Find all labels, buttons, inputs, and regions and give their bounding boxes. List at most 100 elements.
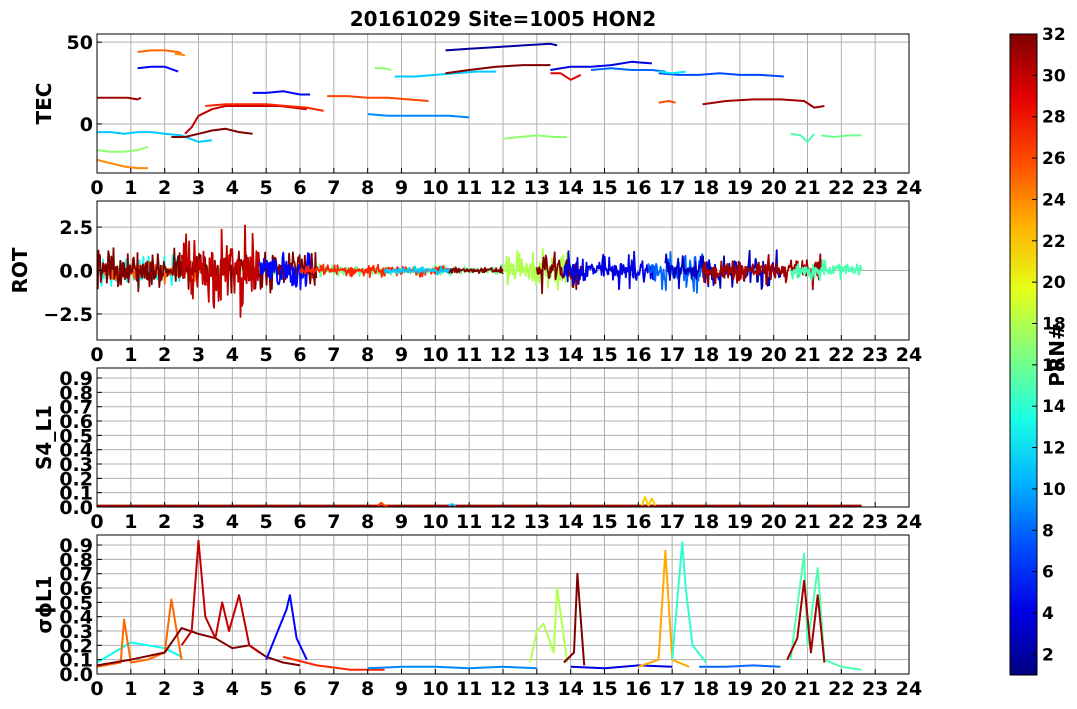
series-group [97, 496, 862, 507]
x-tick-label: 12 [490, 344, 516, 366]
x-tick-label: 6 [293, 177, 306, 199]
colorbar-tick-label: 10 [1042, 480, 1066, 500]
colorbar-tick-label: 6 [1042, 563, 1054, 583]
colorbar-tick-label: 8 [1042, 521, 1054, 541]
colorbar-tick-label: 28 [1042, 108, 1066, 128]
series-line-prn-7 [658, 72, 784, 78]
x-tick-label: 10 [422, 678, 448, 700]
panel--l1: 0 1 2 3 4 5 6 7 8 9 10 11 12 13 14 15 16 17 18 19 20 21 22 23 24… [32, 534, 922, 700]
series-line-prn-30 [180, 224, 261, 318]
figure: 20161029 Site=1005 HON2 0 1 2 3 4 5 6 7 8 9 10 11 12… [8, 7, 1069, 700]
series-line-prn-22 [640, 496, 657, 507]
series-line-prn-17 [374, 67, 392, 71]
colorbar-label: PRN# [1045, 323, 1069, 387]
x-tick-label: 5 [260, 678, 273, 700]
series-line-prn-5 [137, 65, 179, 73]
x-tick-label: 2 [158, 177, 171, 199]
series-line-prn-32 [445, 64, 551, 75]
colorbar-tick-label: 30 [1042, 66, 1066, 86]
x-tick-label: 10 [422, 511, 448, 533]
series-line-prn-18 [529, 587, 569, 663]
x-tick-label: 8 [361, 511, 374, 533]
series-line-prn-9 [367, 113, 470, 119]
x-tick-label: 8 [361, 678, 374, 700]
series-line-prn-4 [570, 664, 673, 670]
x-tick-label: 2 [158, 678, 171, 700]
x-tick-label: 15 [591, 678, 617, 700]
x-tick-label: 14 [557, 678, 583, 700]
x-tick-label: 23 [862, 177, 888, 199]
series-line-prn-8 [699, 664, 781, 668]
series-line-prn-26 [327, 95, 429, 102]
x-tick-label: 18 [693, 678, 719, 700]
x-tick-label: 9 [395, 678, 408, 700]
x-tick-label: 1 [124, 344, 137, 366]
x-tick-label: 22 [828, 177, 854, 199]
x-tick-label: 12 [490, 177, 516, 199]
x-tick-label: 16 [625, 177, 651, 199]
panel-s4-l1: 0 1 2 3 4 5 6 7 8 9 10 11 12 13 14 15 16 17 18 19 20 21 22 23 24… [32, 367, 922, 533]
x-tick-label: 13 [524, 678, 550, 700]
series-line-prn-11 [97, 131, 213, 143]
series-line-prn-9 [367, 665, 537, 670]
x-tick-label: 18 [693, 511, 719, 533]
y-axis-label: S4_L1 [32, 405, 56, 470]
x-tick-label: 24 [896, 511, 922, 533]
y-tick-label: 0 [80, 114, 93, 136]
series-line-prn-31 [97, 96, 142, 101]
panel-tec: 0 1 2 3 4 5 6 7 8 9 10 11 12 13 14 15 16 17 18 19 20 21 22 23 24… [32, 32, 922, 199]
colorbar-tick-label: 2 [1042, 645, 1054, 665]
series-line-prn-29 [550, 72, 582, 81]
x-tick-label: 5 [260, 177, 273, 199]
x-tick-label: 3 [192, 511, 205, 533]
series-line-prn-2 [445, 42, 558, 52]
x-tick-label: 0 [90, 177, 103, 199]
colorbar: 2468101214161820222426283032 PRN# [1009, 25, 1069, 676]
y-tick-label: −2.5 [43, 304, 93, 326]
colorbar-tick-label: 14 [1042, 397, 1066, 417]
x-tick-label: 21 [794, 177, 820, 199]
x-tick-label: 22 [828, 344, 854, 366]
x-tick-label: 18 [693, 344, 719, 366]
x-tick-label: 12 [490, 511, 516, 533]
x-tick-label: 7 [327, 344, 340, 366]
x-tick-label: 11 [456, 177, 482, 199]
x-tick-label: 19 [727, 511, 753, 533]
x-tick-label: 16 [625, 511, 651, 533]
series-line-prn-25 [97, 598, 183, 668]
series-line-prn-17 [502, 134, 568, 140]
x-tick-label: 14 [557, 511, 583, 533]
series-line-prn-26 [377, 501, 388, 507]
x-tick-label: 23 [862, 678, 888, 700]
x-tick-label: 9 [395, 511, 408, 533]
x-tick-label: 13 [524, 344, 550, 366]
x-tick-label: 3 [192, 177, 205, 199]
x-tick-label: 24 [896, 177, 922, 199]
x-tick-label: 3 [192, 678, 205, 700]
x-tick-label: 22 [828, 678, 854, 700]
x-tick-label: 14 [557, 344, 583, 366]
x-tick-label: 8 [361, 177, 374, 199]
series-group [97, 224, 863, 318]
x-tick-label: 4 [226, 678, 239, 700]
x-tick-label: 11 [456, 344, 482, 366]
panel-rot: 0 1 2 3 4 5 6 7 8 9 10 11 12 13 14 15 16 17 18 19 20 21 22 23 24… [8, 200, 922, 366]
x-tick-label: 13 [524, 511, 550, 533]
series-line-prn-5 [252, 90, 311, 96]
x-tick-label: 23 [862, 511, 888, 533]
x-tick-label: 11 [456, 678, 482, 700]
series-line-prn-8 [590, 67, 666, 73]
chart-title: 20161029 Site=1005 HON2 [350, 7, 656, 31]
colorbar-tick-label: 20 [1042, 273, 1066, 293]
x-tick-label: 17 [659, 177, 685, 199]
y-axis-label: σϕL1 [32, 575, 56, 633]
colorbar-tick-label: 4 [1042, 604, 1054, 624]
x-tick-label: 1 [124, 511, 137, 533]
grid [96, 34, 910, 173]
x-tick-label: 0 [90, 344, 103, 366]
series-line-prn-30 [184, 105, 307, 135]
x-tick-label: 7 [327, 177, 340, 199]
series-line-prn-5 [265, 594, 308, 661]
series-group [97, 42, 862, 170]
x-tick-label: 15 [591, 511, 617, 533]
